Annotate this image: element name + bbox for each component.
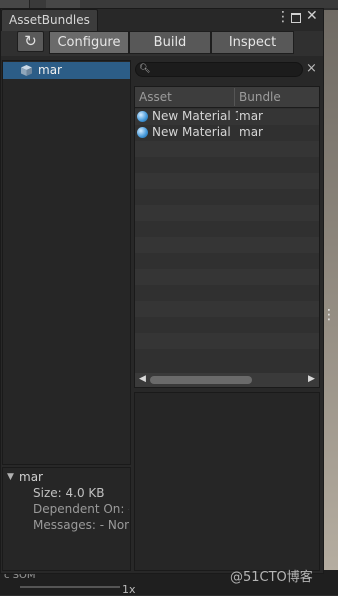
more-options-icon[interactable]: ⋮ xyxy=(276,9,290,25)
table-stripe xyxy=(135,221,319,237)
row-asset-name: New Material 1 xyxy=(152,109,238,123)
table-stripe xyxy=(135,333,319,349)
maximize-icon[interactable] xyxy=(291,13,301,23)
search-icon: 🔍︎ xyxy=(139,64,151,74)
bundle-list-pane xyxy=(2,60,131,465)
table-stripe xyxy=(135,173,319,189)
search-input[interactable] xyxy=(135,62,303,77)
scene-view-fragment xyxy=(323,10,338,570)
table-stripe xyxy=(135,317,319,333)
scroll-left-arrow-icon[interactable]: ◀ xyxy=(139,374,146,384)
table-stripe xyxy=(135,189,319,205)
resize-handle-icon[interactable]: ⋮ xyxy=(322,307,336,323)
watermark: @51CTO博客 xyxy=(230,570,313,585)
scrollbar-thumb[interactable] xyxy=(150,376,252,384)
row-bundle-name: mar xyxy=(239,109,263,123)
table-stripe xyxy=(135,349,319,365)
zoom-slider[interactable] xyxy=(20,586,120,588)
window-title: AssetBundles xyxy=(9,13,90,27)
editor-background-tab xyxy=(46,0,80,8)
zoom-label: 1x xyxy=(122,583,136,596)
refresh-button[interactable]: ↻ xyxy=(17,31,44,52)
expand-arrow-icon[interactable]: ▼ xyxy=(7,472,14,482)
table-stripe xyxy=(135,237,319,253)
tab-inspect[interactable]: Inspect xyxy=(211,31,294,54)
close-icon[interactable]: ✕ xyxy=(306,8,318,24)
material-sphere-icon xyxy=(137,111,148,122)
column-header-bundle[interactable]: Bundle xyxy=(239,90,281,104)
material-sphere-icon xyxy=(137,127,148,138)
bundle-list-item-label: mar xyxy=(38,63,62,77)
table-stripe xyxy=(135,157,319,173)
editor-background-tab xyxy=(0,0,30,8)
table-stripe xyxy=(135,205,319,221)
refresh-icon: ↻ xyxy=(24,32,37,50)
bundle-box-icon xyxy=(21,65,32,76)
table-stripe xyxy=(135,285,319,301)
details-size: Size: 4.0 KB xyxy=(33,486,105,500)
table-row[interactable]: New Material mar xyxy=(135,125,319,141)
tab-build[interactable]: Build xyxy=(129,31,211,54)
details-bundle-name: mar xyxy=(19,470,43,484)
row-bundle-name: mar xyxy=(239,125,263,139)
row-asset-name: New Material xyxy=(152,125,231,139)
clear-search-icon[interactable]: × xyxy=(306,61,317,76)
column-header-asset[interactable]: Asset xyxy=(139,90,172,104)
details-dependent-on: Dependent On: - xyxy=(33,502,129,516)
asset-details-pane xyxy=(134,392,320,571)
table-row[interactable]: New Material 1 mar xyxy=(135,109,319,125)
details-messages: Messages: - Non xyxy=(33,518,129,532)
tab-configure[interactable]: Configure xyxy=(49,31,129,54)
table-stripe xyxy=(135,253,319,269)
table-stripe xyxy=(135,301,319,317)
table-stripe xyxy=(135,141,319,157)
column-divider[interactable] xyxy=(234,88,235,106)
table-stripe xyxy=(135,269,319,285)
scroll-right-arrow-icon[interactable]: ▶ xyxy=(308,374,315,384)
